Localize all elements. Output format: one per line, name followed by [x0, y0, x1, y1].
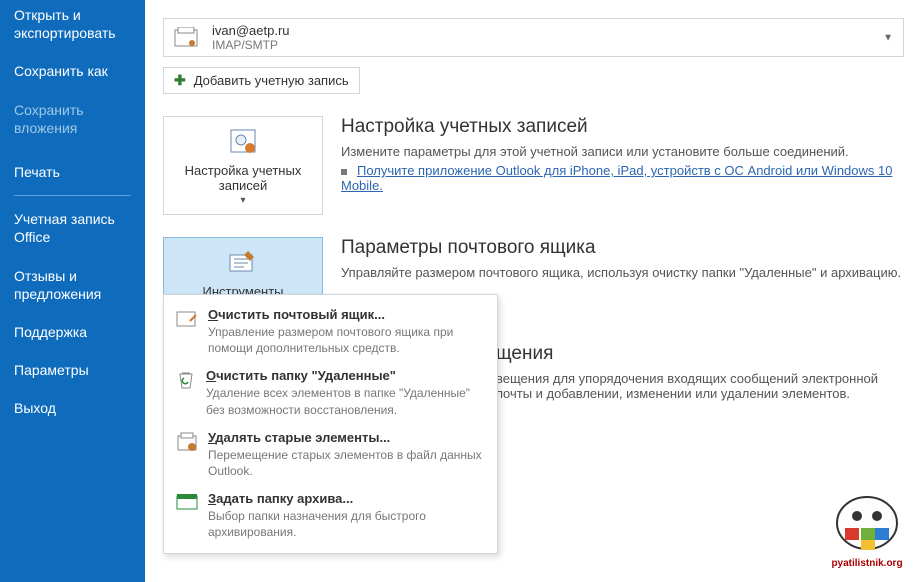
account-settings-icon: [228, 127, 258, 157]
sidebar-item-print[interactable]: Печать: [0, 157, 145, 187]
tile-account-settings[interactable]: Настройка учетных записей ▾: [163, 116, 323, 215]
sidebar-item-options[interactable]: Параметры: [0, 355, 145, 385]
caret-down-icon: ▾: [240, 195, 245, 206]
add-account-button[interactable]: ✚ Добавить учетную запись: [163, 67, 360, 94]
section-rules-partial: щения вещения для упорядочения входящих …: [496, 343, 904, 401]
empty-trash-icon: [176, 368, 196, 417]
account-text: ivan@aetp.ru IMAP/SMTP: [212, 23, 290, 52]
account-selector[interactable]: ivan@aetp.ru IMAP/SMTP ▼: [163, 18, 904, 57]
section-desc: Управляйте размером почтового ящика, исп…: [341, 265, 904, 280]
section-account-settings: Настройка учетных записей ▾ Настройка уч…: [163, 116, 904, 215]
bullet-icon: [341, 169, 347, 175]
menu-set-archive-folder[interactable]: Задать папку архива... Выбор папки назна…: [164, 485, 497, 546]
get-outlook-app-link[interactable]: Получите приложение Outlook для iPhone, …: [341, 163, 892, 193]
watermark: pyatilistnik.org: [822, 488, 912, 578]
sidebar-item-office-account[interactable]: Учетная запись Office: [0, 204, 145, 252]
sidebar-item-save-attachments: Сохранить вложения: [0, 95, 145, 143]
plus-icon: ✚: [174, 72, 186, 89]
menu-clean-mailbox[interactable]: Очистить почтовый ящик... Управление раз…: [164, 301, 497, 362]
sidebar-item-exit[interactable]: Выход: [0, 393, 145, 423]
tile-label: Настройка учетных записей: [170, 163, 316, 193]
sidebar-separator: [14, 195, 131, 196]
tools-icon: [228, 248, 258, 278]
section-title: Параметры почтового ящика: [341, 237, 904, 259]
section-title-partial: щения: [496, 343, 904, 365]
sidebar-item-support[interactable]: Поддержка: [0, 317, 145, 347]
account-icon: [172, 24, 200, 52]
sidebar-item-open-export[interactable]: Открыть и экспортировать: [0, 0, 145, 48]
watermark-logo: [827, 488, 907, 558]
menu-text: Удалять старые элементы... Перемещение с…: [208, 430, 485, 479]
menu-remove-old[interactable]: Удалять старые элементы... Перемещение с…: [164, 424, 497, 485]
section-title: Настройка учетных записей: [341, 116, 904, 138]
archive-old-icon: [176, 430, 198, 479]
menu-text: Очистить почтовый ящик... Управление раз…: [208, 307, 485, 356]
section-desc: Измените параметры для этой учетной запи…: [341, 144, 904, 159]
section-text: Настройка учетных записей Измените парам…: [341, 116, 904, 197]
menu-text: Задать папку архива... Выбор папки назна…: [208, 491, 485, 540]
archive-folder-icon: [176, 491, 198, 540]
account-protocol: IMAP/SMTP: [212, 38, 290, 52]
menu-empty-deleted[interactable]: Очистить папку "Удаленные" Удаление всех…: [164, 362, 497, 423]
add-account-label: Добавить учетную запись: [194, 73, 349, 88]
mailbox-clean-icon: [176, 307, 198, 356]
section-desc-partial: вещения для упорядочения входящих сообще…: [496, 371, 904, 401]
watermark-text: pyatilistnik.org: [822, 558, 912, 569]
menu-text: Очистить папку "Удаленные" Удаление всех…: [206, 368, 485, 417]
sidebar-item-save-as[interactable]: Сохранить как: [0, 56, 145, 86]
section-text: Параметры почтового ящика Управляйте раз…: [341, 237, 904, 284]
tools-dropdown: Очистить почтовый ящик... Управление раз…: [163, 294, 498, 554]
backstage-sidebar: Открыть и экспортировать Сохранить как С…: [0, 0, 145, 582]
chevron-down-icon[interactable]: ▼: [883, 32, 893, 43]
sidebar-item-feedback[interactable]: Отзывы и предложения: [0, 261, 145, 309]
account-email: ivan@aetp.ru: [212, 23, 290, 38]
